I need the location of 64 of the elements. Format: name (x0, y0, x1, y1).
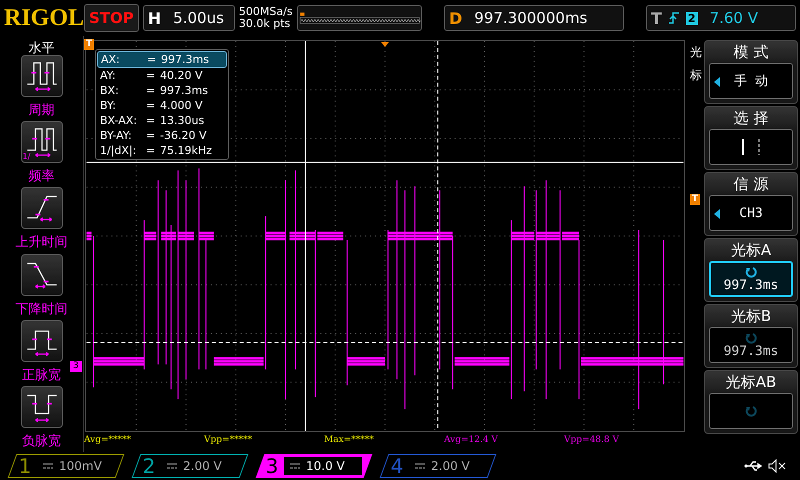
cursor-a-line[interactable] (304, 41, 306, 431)
cursor-value: 997.3ms (709, 261, 793, 297)
option-value: 手 动 (709, 63, 793, 99)
channel-tab[interactable]: 4 2.00 V (380, 454, 496, 478)
delay-display[interactable]: D 997.300000ms (444, 5, 624, 31)
menu-title-char: 标 (690, 67, 702, 84)
measure-button[interactable] (20, 55, 62, 97)
measure-label: 周期 (28, 102, 54, 119)
sample-rate: 500MSa/s (238, 6, 293, 18)
rising-edge-icon (668, 11, 680, 25)
measurement-value: Max=***** (324, 435, 375, 445)
dc-coupling-icon (290, 463, 300, 469)
usb-icon (744, 459, 764, 473)
rotate-knob-icon (745, 332, 757, 344)
rotate-knob-icon (745, 405, 757, 417)
menu-title-char: 光 (690, 44, 702, 61)
memory-depth: 30.0k pts (238, 18, 292, 30)
trigger-level-marker: T (690, 194, 700, 205)
measure-button[interactable]: 1/ (20, 121, 62, 164)
cursor-select-icon (709, 129, 793, 165)
readout-row-text: BY-AY: = -36.20 V (99, 128, 208, 143)
dc-coupling-icon (167, 463, 177, 469)
softkey-button[interactable]: 模 式 手 动 (704, 40, 798, 104)
readout-row-text: BX: = 997.3ms (99, 83, 209, 98)
measure-button[interactable] (20, 386, 62, 428)
readout-row: AX: = 997.3ms (97, 51, 227, 68)
softkey-button[interactable]: 光标B 997.3ms (704, 304, 798, 368)
measurement-value: Avg=12.4 V (444, 435, 499, 445)
softkey-button[interactable]: 信 源 CH3 (704, 172, 798, 236)
softkey-button[interactable]: 光标A 997.3ms (704, 238, 798, 302)
dc-coupling-icon (43, 463, 53, 469)
timebase-display[interactable]: H 5.00us (142, 5, 235, 31)
readout-row-text: AY: = 40.20 V (99, 68, 204, 83)
readout-row-text: BX-AX: = 13.30us (99, 113, 206, 128)
measure-button[interactable] (20, 187, 62, 230)
channel-tab[interactable]: 2 2.00 V (132, 454, 248, 478)
channel-tab[interactable]: 3 10.0 V (256, 454, 372, 478)
cursor-value: 997.3ms (709, 327, 793, 363)
channel-marker: 3 (70, 361, 82, 372)
measure-label: 正脉宽 (22, 366, 61, 384)
measure-button[interactable] (20, 254, 62, 296)
measure-label: 负脉宽 (22, 432, 61, 450)
measure-button[interactable] (20, 320, 62, 362)
measurement-value: Vpp=48.8 V (564, 435, 620, 445)
mute-icon (768, 459, 788, 473)
softkey-button[interactable]: 光标AB (704, 370, 798, 434)
cursor-b-line[interactable] (437, 41, 438, 431)
dc-coupling-icon (415, 463, 425, 469)
measure-label: 上升时间 (16, 234, 68, 252)
channel-tab[interactable]: 1 100mV (8, 454, 124, 478)
measurement-value: Avg=***** (84, 435, 132, 445)
trigger-display[interactable]: T 2 7.60 V (646, 5, 796, 31)
readout-row-text: 1/|dX|: = 75.19kHz (99, 143, 213, 158)
trigger-position-marker: T (84, 39, 94, 50)
menu-title: 水平 (28, 40, 54, 55)
option-value: CH3 (709, 195, 793, 231)
rotate-knob-icon (745, 266, 757, 278)
readout-row-text: BY: = 4.000 V (99, 98, 204, 113)
softkey-button[interactable]: 选 择 (704, 106, 798, 170)
run-stop-status[interactable]: STOP (84, 4, 139, 32)
measure-label: 下降时间 (16, 300, 68, 318)
measurement-value: Vpp=***** (204, 435, 254, 445)
measure-label: 频率 (28, 168, 54, 186)
trigger-point-icon (381, 42, 389, 47)
